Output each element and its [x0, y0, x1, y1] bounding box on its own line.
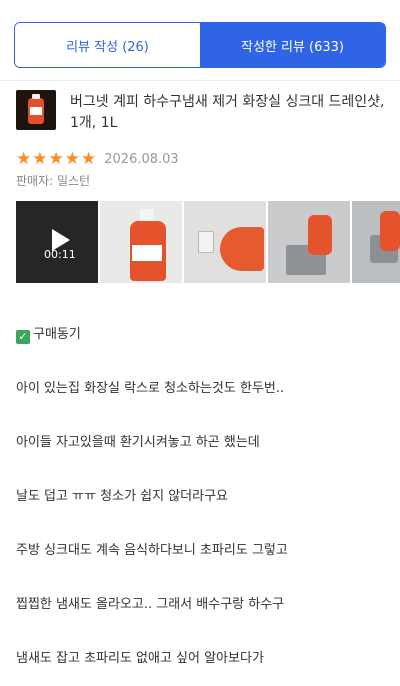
rating-row: ★ ★ ★ ★ ★ 2026.08.03 [16, 150, 179, 168]
star-icon: ★ [81, 148, 97, 169]
bottle-image [380, 211, 400, 251]
product-title[interactable]: 버그넷 계피 하수구냄새 제거 화장실 싱크대 드레인샷, 1개, 1L [70, 92, 385, 134]
review-photo[interactable] [100, 201, 182, 283]
bottle-label-image [132, 245, 162, 261]
review-line: 아이 있는집 화장실 락스로 청소하는것도 한두번.. [16, 381, 285, 396]
review-photo[interactable] [268, 201, 350, 283]
product-bottle-image [28, 94, 44, 124]
product-info[interactable]: 버그넷 계피 하수구냄새 제거 화장실 싱크대 드레인샷, 1개, 1L [16, 90, 386, 132]
review-photo[interactable] [184, 201, 266, 283]
video-duration: 00:11 [44, 248, 76, 261]
product-thumbnail[interactable] [16, 90, 56, 130]
review-date: 2026.08.03 [104, 151, 179, 167]
review-line: 주방 싱크대도 계속 음식하다보니 초파리도 그렇고 [16, 543, 288, 558]
review-heading: 구매동기 [33, 327, 81, 342]
seller-label: 판매자: 밀스턴 [16, 174, 91, 188]
review-line: 아이들 자고있을때 환기시켜놓고 하곤 했는데 [16, 435, 260, 450]
review-body: ✓ 구매동기 아이 있는집 화장실 락스로 청소하는것도 한두번.. 아이들 자고… [16, 290, 392, 686]
measuring-cup-image [198, 231, 214, 253]
review-line: 냄새도 잡고 초파리도 없애고 싶어 알아보다가 [16, 651, 264, 666]
section-divider [0, 80, 400, 81]
review-photos: 00:11 [16, 201, 400, 283]
review-photo[interactable] [352, 201, 400, 283]
star-icon: ★ [16, 148, 32, 169]
bottle-image [220, 227, 264, 271]
star-icon: ★ [48, 148, 64, 169]
review-line: 날도 덥고 ㅠㅠ 청소가 쉽지 않더라구요 [16, 489, 229, 504]
star-icon: ★ [32, 148, 48, 169]
bottle-image [308, 215, 332, 255]
review-tabs: 리뷰 작성 (26) 작성한 리뷰 (633) [14, 22, 386, 68]
review-video-thumbnail[interactable]: 00:11 [16, 201, 98, 283]
check-icon: ✓ [16, 330, 30, 344]
review-line: 찝찝한 냄새도 올라오고.. 그래서 배수구랑 하수구 [16, 597, 285, 612]
star-icon: ★ [64, 148, 80, 169]
tab-review-write[interactable]: 리뷰 작성 (26) [15, 23, 200, 67]
tab-written-reviews[interactable]: 작성한 리뷰 (633) [200, 23, 385, 67]
